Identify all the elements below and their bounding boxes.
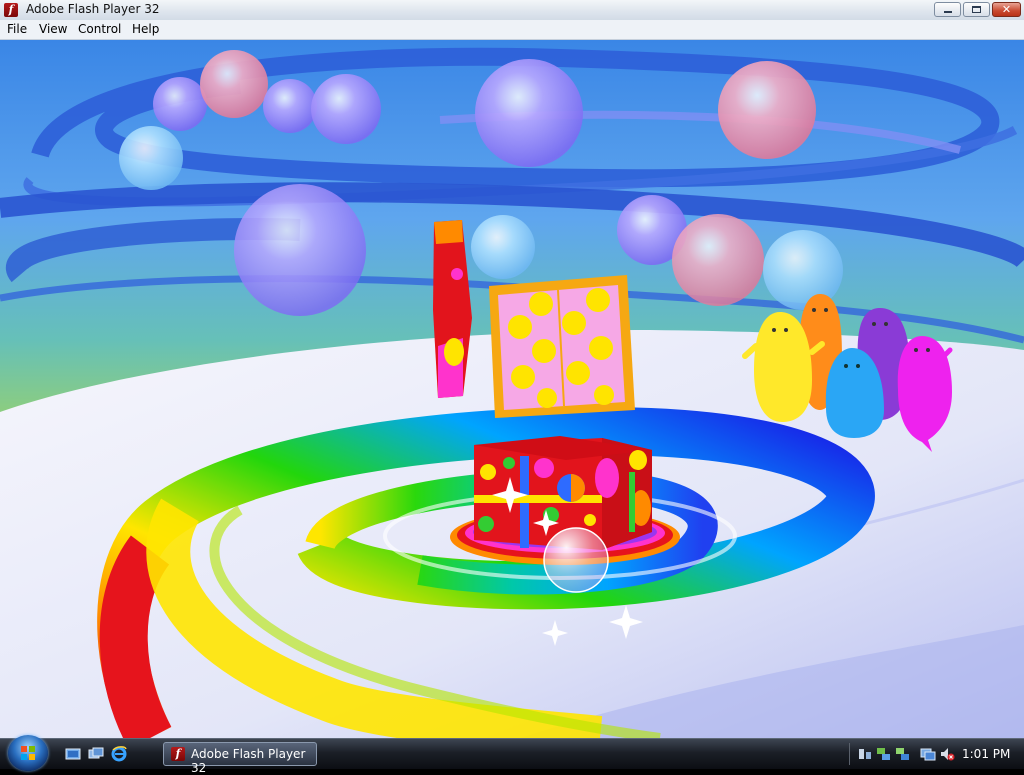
minimize-icon [944, 11, 952, 13]
maximize-icon [972, 6, 981, 13]
start-button[interactable] [8, 735, 48, 771]
network-icon[interactable] [920, 746, 936, 762]
network-icon[interactable] [857, 746, 873, 762]
menu-help[interactable]: Help [132, 22, 159, 36]
maximize-button[interactable] [963, 2, 990, 17]
close-icon: ✕ [1001, 3, 1012, 16]
taskbar-button-label: Adobe Flash Player 32 [191, 747, 306, 775]
menu-control[interactable]: Control [78, 22, 121, 36]
window-title: Adobe Flash Player 32 [26, 2, 160, 16]
show-desktop-icon[interactable] [65, 746, 81, 762]
volume-muted-icon[interactable] [939, 746, 955, 762]
network-icon[interactable] [895, 746, 911, 762]
close-button[interactable]: ✕ [992, 2, 1021, 17]
clock[interactable]: 1:01 PM [962, 747, 1010, 761]
flash-stage[interactable] [0, 40, 1024, 738]
switch-windows-icon[interactable] [88, 746, 104, 762]
flash-scene [0, 40, 1024, 738]
windows-start-icon [21, 746, 35, 760]
minimize-button[interactable] [934, 2, 961, 17]
network-icon[interactable] [876, 746, 892, 762]
taskbar-flash-player-button[interactable]: f Adobe Flash Player 32 [163, 742, 317, 775]
menu-file[interactable]: File [7, 22, 27, 36]
tray-separator [849, 743, 850, 765]
menu-view[interactable]: View [39, 22, 67, 36]
internet-explorer-icon[interactable] [111, 746, 127, 762]
menu-bar: File View Control Help [0, 20, 1024, 40]
flash-icon: f [171, 747, 185, 761]
taskbar: f Adobe Flash Player 32 1:01 PM [0, 735, 1024, 775]
title-bar[interactable]: f Adobe Flash Player 32 ✕ [0, 0, 1024, 21]
flash-icon: f [4, 3, 18, 17]
